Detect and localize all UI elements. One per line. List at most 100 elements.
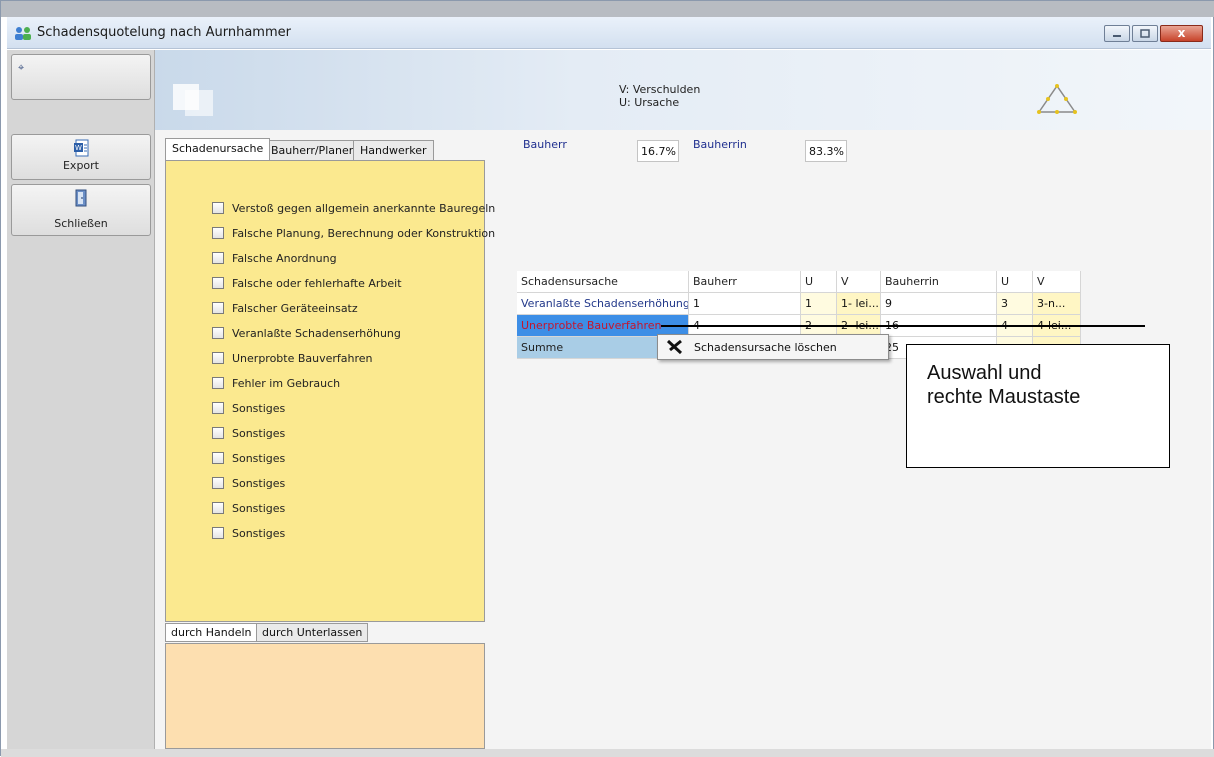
checkbox[interactable] (212, 452, 224, 464)
top-strip (1, 1, 1214, 17)
delete-cross-icon (666, 339, 683, 355)
checkbox[interactable] (212, 402, 224, 414)
context-menu: Schadensursache löschen (657, 334, 889, 360)
checkbox-label: Sonstiges (232, 501, 286, 515)
window-title: Schadensquotelung nach Aurnhammer (37, 25, 291, 40)
table-cell[interactable]: 9 (881, 293, 997, 315)
sidebar: ⌖ W Export Schließen (7, 50, 155, 750)
pin-button[interactable]: ⌖ (11, 54, 151, 100)
minimize-button[interactable] (1104, 25, 1130, 42)
checkbox[interactable] (212, 377, 224, 389)
legend: V: Verschulden U: Ursache (619, 83, 700, 109)
menu-item-label: Schadensursache löschen (694, 340, 837, 354)
subtab-durch-handeln[interactable]: durch Handeln (165, 623, 258, 642)
checkbox-item[interactable]: Sonstiges (212, 399, 285, 417)
checkbox-item[interactable]: Falsche oder fehlerhafte Arbeit (212, 274, 402, 292)
checkbox-item[interactable]: Verstoß gegen allgemein anerkannte Baure… (212, 199, 495, 217)
menu-item-delete-cause[interactable]: Schadensursache löschen (658, 335, 888, 359)
checkbox-label: Sonstiges (232, 476, 286, 490)
legend-u: U: Ursache (619, 96, 680, 109)
checkbox[interactable] (212, 277, 224, 289)
checkbox-item[interactable]: Falsche Anordnung (212, 249, 337, 267)
checkbox-item[interactable]: Sonstiges (212, 524, 285, 542)
checkbox-label: Falsche Planung, Berechnung oder Konstru… (232, 226, 496, 240)
checkbox-label: Unerprobte Bauverfahren (232, 351, 373, 365)
checkbox-label: Falscher Geräteeinsatz (232, 301, 358, 315)
word-document-icon: W (74, 139, 89, 157)
checkbox-item[interactable]: Unerprobte Bauverfahren (212, 349, 373, 367)
table-cell[interactable]: 3-n... (1033, 293, 1081, 315)
close-button[interactable]: x (1160, 25, 1203, 42)
cause-checklist-panel: Verstoß gegen allgemein anerkannte Baure… (165, 160, 495, 622)
export-label: Export (62, 159, 99, 172)
subtab-durch-unterlassen[interactable]: durch Unterlassen (256, 623, 369, 642)
close-app-button[interactable]: Schließen (11, 184, 151, 236)
bauherr-percent: 16.7% (637, 140, 679, 162)
checkbox-item[interactable]: Fehler im Gebrauch (212, 374, 340, 392)
checkbox[interactable] (212, 352, 224, 364)
checkbox-item[interactable]: Sonstiges (212, 499, 285, 517)
checkbox-item[interactable]: Falsche Planung, Berechnung oder Konstru… (212, 224, 495, 242)
legend-v: V: Verschulden (619, 83, 701, 96)
checkbox-label: Sonstiges (232, 526, 286, 540)
table-cell[interactable]: 3 (997, 293, 1033, 315)
tab-bauherr-planer[interactable]: Bauherr/Planer (264, 140, 361, 160)
table-cell[interactable]: 1- lei... (837, 293, 881, 315)
bauherrin-label: Bauherrin (693, 138, 747, 151)
pyramid-logo-icon (1037, 84, 1077, 114)
checkbox-label: Verstoß gegen allgemein anerkannte Baure… (232, 201, 496, 215)
minimize-icon (1113, 35, 1121, 37)
checkbox-item[interactable]: Sonstiges (212, 474, 285, 492)
checkbox-label: Falsche Anordnung (232, 251, 337, 265)
checkbox-item[interactable]: Falscher Geräteeinsatz (212, 299, 358, 317)
checkbox-item[interactable]: Sonstiges (212, 449, 285, 467)
column-header[interactable]: V (1033, 271, 1081, 293)
checkbox[interactable] (212, 227, 224, 239)
column-header[interactable]: Schadensursache (517, 271, 689, 293)
checkbox-label: Sonstiges (232, 401, 286, 415)
column-header[interactable]: Bauherr (689, 271, 801, 293)
svg-text:W: W (75, 144, 82, 152)
decorative-squares-icon (173, 84, 213, 116)
people-icon (15, 27, 31, 40)
checkbox-label: Veranlaßte Schadenserhöhung (232, 326, 401, 340)
checkbox-label: Sonstiges (232, 451, 286, 465)
checkbox-label: Sonstiges (232, 426, 286, 440)
table-cell[interactable]: Veranlaßte Schadenserhöhung (517, 293, 689, 315)
checkbox[interactable] (212, 502, 224, 514)
tab-schadenursache[interactable]: Schadenursache (165, 138, 271, 160)
tab-handwerker[interactable]: Handwerker (353, 140, 434, 160)
header-band: V: Verschulden U: Ursache (155, 50, 1211, 130)
checkbox[interactable] (212, 527, 224, 539)
bauherr-label: Bauherr (523, 138, 567, 151)
checkbox[interactable] (212, 327, 224, 339)
checkbox[interactable] (212, 252, 224, 264)
annotation-line-1: Auswahl und (927, 362, 1042, 384)
checkbox-label: Falsche oder fehlerhafte Arbeit (232, 276, 402, 290)
checkbox-item[interactable]: Sonstiges (212, 424, 285, 442)
action-subtab-panel (165, 643, 485, 749)
checkbox-item[interactable]: Veranlaßte Schadenserhöhung (212, 324, 401, 342)
column-header[interactable]: U (997, 271, 1033, 293)
close-icon: x (1177, 26, 1186, 40)
close-app-label: Schließen (54, 217, 108, 230)
annotation-box: Auswahl und rechte Maustaste (906, 344, 1170, 468)
column-header[interactable]: Bauherrin (881, 271, 997, 293)
checkbox[interactable] (212, 427, 224, 439)
pin-icon: ⌖ (18, 61, 25, 74)
checkbox[interactable] (212, 202, 224, 214)
column-header[interactable]: V (837, 271, 881, 293)
table-cell[interactable]: 1 (689, 293, 801, 315)
checkbox[interactable] (212, 477, 224, 489)
bauherrin-percent: 83.3% (805, 140, 847, 162)
maximize-icon (1140, 29, 1150, 38)
app-window: Schadensquotelung nach Aurnhammer x ⌖ W (0, 0, 1214, 757)
checkbox-label: Fehler im Gebrauch (232, 376, 341, 390)
title-bar[interactable]: Schadensquotelung nach Aurnhammer x (7, 17, 1211, 49)
column-header[interactable]: U (801, 271, 837, 293)
maximize-button[interactable] (1132, 25, 1158, 42)
table-cell[interactable]: 1 (801, 293, 837, 315)
export-button[interactable]: W Export (11, 134, 151, 180)
annotation-line (661, 325, 1145, 327)
checkbox[interactable] (212, 302, 224, 314)
